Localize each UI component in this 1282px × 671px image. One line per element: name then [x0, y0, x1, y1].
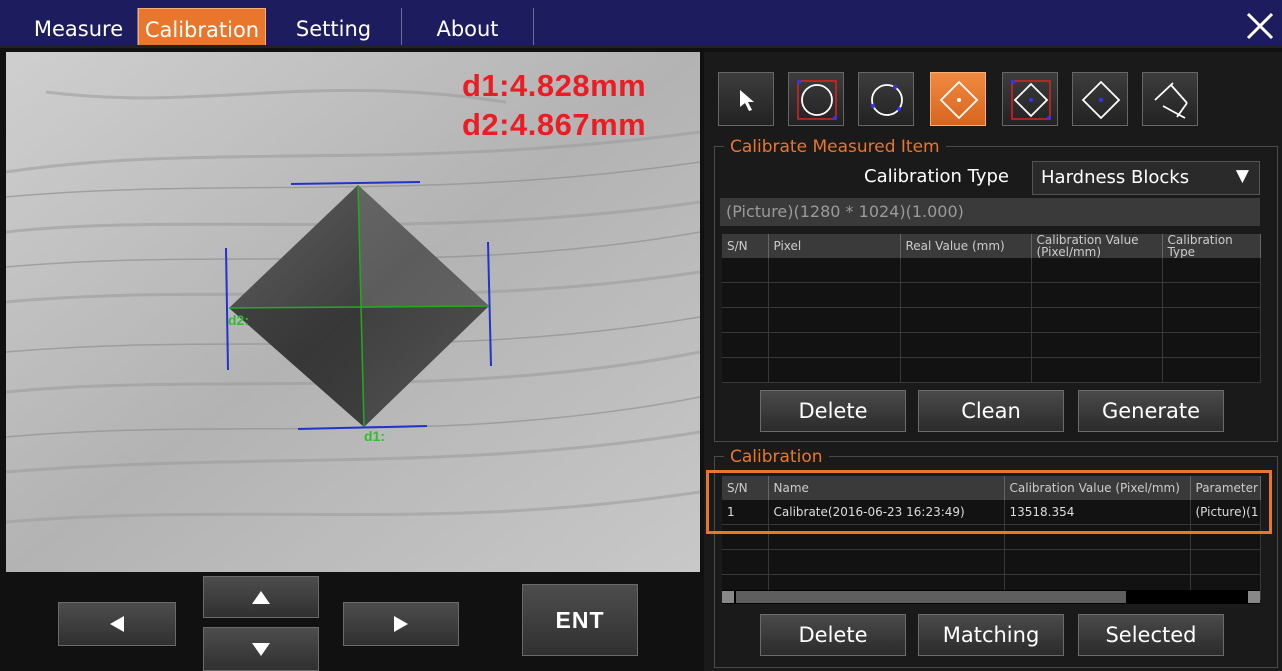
arrow-left-icon [110, 616, 124, 632]
diamond-box-icon [1011, 80, 1051, 120]
picture-parameter-field[interactable]: (Picture)(1280 * 1024)(1.000) [720, 198, 1260, 226]
col-pixel[interactable]: Pixel [768, 234, 901, 258]
tool-circle-box[interactable] [788, 72, 844, 126]
scroll-right-icon[interactable] [1248, 591, 1260, 603]
measurement-d2: d2:4.867mm [462, 107, 647, 142]
calibration-type-select[interactable]: Hardness Blocks ▼ [1032, 161, 1260, 195]
tab-about[interactable]: About [402, 8, 534, 48]
arrow-up-icon [252, 590, 270, 604]
microscope-image[interactable]: d1:4.828mm d2:4.867mm d2: d1: [6, 52, 700, 572]
calibrate-item-table: S/N Pixel Real Value (mm) Calibration Va… [722, 234, 1261, 383]
col-real-value[interactable]: Real Value (mm) [900, 234, 1032, 258]
selected-button[interactable]: Selected [1078, 614, 1224, 656]
arrow-down-icon [252, 642, 270, 656]
table-row[interactable] [722, 332, 1261, 358]
calibrate-item-title: Calibrate Measured Item [724, 137, 946, 157]
circle-icon [871, 84, 903, 116]
calibration-type-label: Calibration Type [864, 166, 1010, 187]
tab-calibration[interactable]: Calibration [138, 8, 266, 48]
diagonal-label-d1: d1: [364, 428, 385, 444]
scrollbar-thumb[interactable] [736, 591, 1126, 603]
measurement-d1: d1:4.828mm [462, 68, 647, 103]
navigation-controls: ENT [0, 572, 700, 671]
calibration-title: Calibration [724, 447, 829, 467]
menu-bar: Measure Calibration Setting About [0, 0, 1282, 48]
close-icon[interactable] [1244, 10, 1276, 42]
move-right-button[interactable] [343, 602, 459, 646]
tool-diamond[interactable] [1072, 72, 1128, 126]
tool-line-measure[interactable] [1142, 72, 1198, 126]
tool-pointer[interactable] [718, 72, 774, 126]
circle-box-icon [797, 80, 837, 120]
delete-item-button[interactable]: Delete [760, 390, 906, 432]
table-row[interactable] [722, 357, 1261, 383]
calibration-panel: Calibrate Measured Item Calibration Type… [704, 52, 1282, 671]
col-calibration-value[interactable]: Calibration Value (Pixel/mm) [1031, 234, 1163, 258]
app-window: Measure Calibration Setting About d1:4.8… [0, 0, 1282, 671]
col-sn[interactable]: S/N [722, 234, 769, 258]
move-left-button[interactable] [58, 602, 176, 646]
delete-calibration-button[interactable]: Delete [760, 614, 906, 656]
diamond-icon [1081, 80, 1121, 120]
diagonal-label-d2: d2: [228, 312, 249, 328]
move-up-button[interactable] [203, 576, 319, 618]
diamond-center-icon [939, 80, 979, 120]
tool-diamond-box[interactable] [1002, 72, 1058, 126]
tool-circle[interactable] [858, 72, 914, 126]
col-calibration-type[interactable]: Calibration Type [1162, 234, 1261, 258]
chevron-down-icon: ▼ [1235, 166, 1249, 186]
matching-button[interactable]: Matching [918, 614, 1064, 656]
calibration-type-value: Hardness Blocks [1041, 167, 1190, 188]
table-row[interactable] [722, 282, 1261, 308]
table-header-row: S/N Pixel Real Value (mm) Calibration Va… [722, 234, 1261, 258]
table-row[interactable] [722, 307, 1261, 333]
scroll-left-icon[interactable] [722, 591, 734, 603]
tab-setting[interactable]: Setting [266, 8, 402, 48]
table-row[interactable] [722, 549, 1261, 575]
clean-button[interactable]: Clean [918, 390, 1064, 432]
enter-button[interactable]: ENT [522, 584, 638, 656]
table-row[interactable] [722, 258, 1261, 283]
pointer-icon [740, 90, 754, 111]
tool-diamond-center[interactable] [930, 72, 986, 126]
horizontal-scrollbar[interactable] [722, 590, 1260, 604]
selected-row-highlight [706, 470, 1272, 534]
move-down-button[interactable] [203, 627, 319, 671]
tab-measure[interactable]: Measure [20, 8, 138, 48]
line-measure-icon [1154, 82, 1188, 119]
generate-button[interactable]: Generate [1078, 390, 1224, 432]
arrow-right-icon [394, 616, 408, 632]
